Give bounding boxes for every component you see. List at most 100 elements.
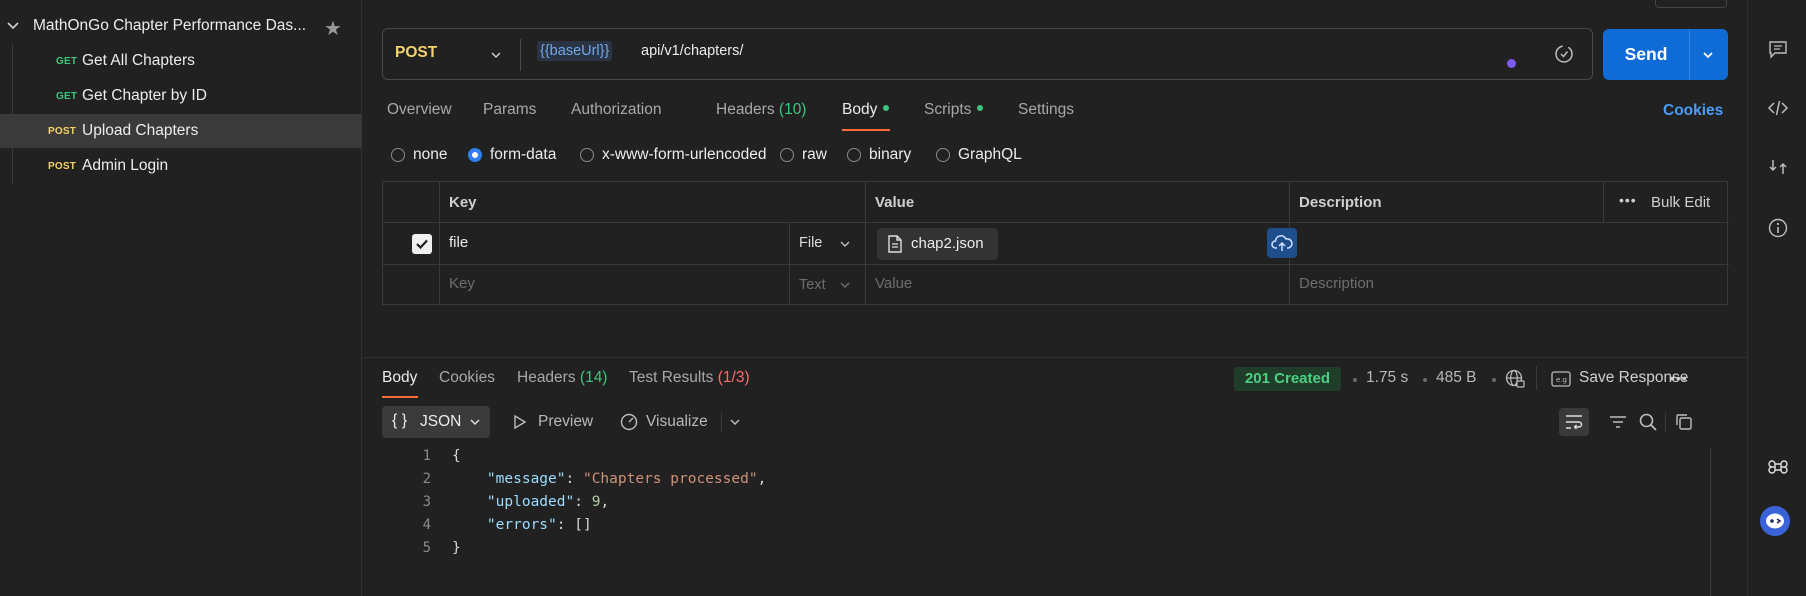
cookies-link[interactable]: Cookies [1663, 102, 1723, 120]
related-collections-icon[interactable] [1767, 156, 1789, 178]
cloud-upload-icon [1271, 235, 1293, 251]
visualize-button[interactable]: Visualize [646, 413, 708, 431]
file-icon [888, 235, 902, 253]
filter-icon[interactable] [1608, 413, 1628, 431]
chevron-down-icon [470, 419, 480, 426]
tab-response-body[interactable]: Body [382, 369, 417, 387]
chevron-down-icon[interactable] [1701, 48, 1715, 62]
play-icon[interactable] [513, 414, 527, 430]
command-icon[interactable] [1767, 456, 1789, 478]
radio-binary[interactable]: binary [847, 146, 911, 164]
json-value: [] [574, 517, 592, 533]
chevron-down-icon[interactable] [729, 416, 741, 428]
radio-circle[interactable] [580, 148, 594, 162]
radio-circle[interactable] [847, 148, 861, 162]
code-line: "uploaded": 9, [452, 494, 609, 510]
format-select[interactable]: { } JSON [382, 406, 490, 438]
url-bar: POST {{baseUrl}} api/v1/chapters/ [382, 28, 1593, 80]
tab-headers[interactable]: Headers (10) [716, 101, 806, 119]
radio-circle[interactable] [468, 148, 482, 162]
radio-circle[interactable] [936, 148, 950, 162]
sidebar-item-admin-login[interactable]: POST Admin Login [0, 149, 362, 183]
upload-button[interactable] [1267, 228, 1297, 258]
url-input[interactable]: api/v1/chapters/ [641, 43, 743, 59]
column-header-key: Key [449, 194, 477, 211]
tab-count: (10) [778, 101, 807, 118]
radio-graphql[interactable]: GraphQL [936, 146, 1022, 164]
value-placeholder[interactable]: Value [875, 275, 912, 292]
save-icon[interactable]: e.g [1551, 370, 1571, 388]
column-header-description: Description [1299, 194, 1382, 211]
tab-params[interactable]: Params [483, 101, 536, 119]
sidebar-item-get-chapter-by-id[interactable]: GET Get Chapter by ID [0, 79, 362, 113]
tab-response-headers[interactable]: Headers (14) [517, 369, 607, 387]
type-select[interactable]: File [799, 235, 822, 251]
top-control[interactable] [1655, 0, 1727, 8]
url-variable[interactable]: {{baseUrl}} [537, 41, 613, 61]
radio-form-data[interactable]: form-data [468, 146, 556, 164]
radio-label: raw [802, 146, 827, 163]
radio-circle[interactable] [391, 148, 405, 162]
divider [865, 182, 866, 306]
type-select[interactable]: Text [799, 277, 826, 293]
tab-body[interactable]: Body [842, 101, 890, 119]
preview-button[interactable]: Preview [538, 413, 593, 431]
request-label: Get Chapter by ID [82, 87, 207, 104]
code-icon[interactable] [1767, 97, 1789, 119]
bulk-edit-button[interactable]: Bulk Edit [1651, 194, 1710, 211]
collection-name[interactable]: MathOnGo Chapter Performance Das... [33, 17, 306, 35]
star-icon[interactable]: ★ [324, 16, 342, 41]
description-placeholder[interactable]: Description [1299, 275, 1374, 292]
json-separator: : [574, 494, 592, 510]
chevron-down-icon[interactable] [6, 19, 20, 33]
tab-test-results[interactable]: Test Results (1/3) [629, 369, 750, 387]
sidebar-item-upload-chapters[interactable]: POST Upload Chapters [0, 114, 362, 148]
active-tab-underline [382, 396, 418, 398]
tab-response-cookies[interactable]: Cookies [439, 369, 495, 387]
scrollbar[interactable] [1710, 448, 1711, 596]
wrap-lines-button[interactable] [1559, 408, 1589, 436]
tab-authorization[interactable]: Authorization [571, 101, 661, 119]
assistant-avatar-icon[interactable] [1760, 506, 1790, 536]
chevron-down-icon[interactable] [489, 48, 503, 62]
radio-raw[interactable]: raw [780, 146, 827, 164]
more-horizontal-icon[interactable]: ••• [1619, 192, 1637, 208]
tab-settings[interactable]: Settings [1018, 101, 1074, 119]
code-line: { [452, 448, 461, 464]
search-icon[interactable] [1638, 412, 1658, 432]
tab-count: (14) [579, 369, 608, 386]
globe-icon[interactable] [1504, 368, 1526, 390]
request-label: Admin Login [82, 157, 169, 174]
collection-row[interactable]: MathOnGo Chapter Performance Das... ★ [0, 10, 362, 42]
method-select[interactable]: POST [395, 44, 437, 62]
visualize-icon[interactable] [619, 412, 639, 432]
tab-scripts[interactable]: Scripts [924, 101, 984, 119]
key-placeholder[interactable]: Key [449, 275, 475, 292]
more-horizontal-icon[interactable]: ••• [1670, 370, 1688, 386]
active-tab-underline [842, 129, 890, 131]
response-time[interactable]: 1.75 s [1366, 369, 1408, 387]
chevron-down-icon[interactable] [839, 238, 851, 250]
response-size[interactable]: 485 B [1436, 369, 1477, 387]
radio-label: GraphQL [958, 146, 1022, 163]
radio-none[interactable]: none [391, 146, 447, 164]
right-rail [1747, 0, 1806, 596]
chevron-down-icon[interactable] [839, 279, 851, 291]
environment-icon[interactable] [1553, 43, 1575, 65]
sidebar-item-get-all-chapters[interactable]: GET Get All Chapters [0, 44, 362, 78]
file-name: chap2.json [911, 235, 984, 252]
line-number: 2 [422, 471, 431, 487]
row-checkbox[interactable] [412, 234, 432, 254]
radio-label: binary [869, 146, 912, 163]
comment-icon[interactable] [1767, 38, 1789, 60]
status-badge[interactable]: 201 Created [1234, 367, 1341, 391]
key-input[interactable]: file [449, 234, 468, 251]
send-label[interactable]: Send [1603, 29, 1689, 80]
tab-overview[interactable]: Overview [387, 101, 452, 119]
send-button[interactable]: Send [1603, 29, 1728, 80]
radio-circle[interactable] [780, 148, 794, 162]
file-chip[interactable]: chap2.json [877, 228, 998, 260]
info-icon[interactable] [1767, 217, 1789, 239]
radio-x-www-form-urlencoded[interactable]: x-www-form-urlencoded [580, 146, 767, 164]
copy-icon[interactable] [1674, 412, 1694, 432]
